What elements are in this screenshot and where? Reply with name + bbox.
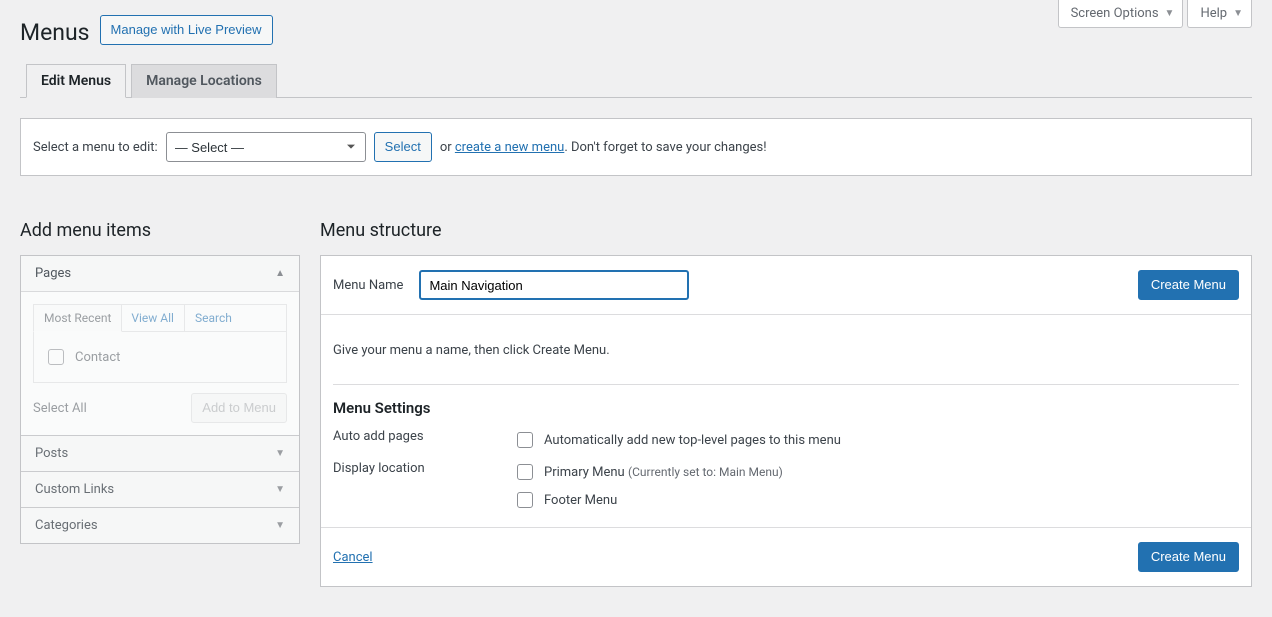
pages-inner-tabs: Most Recent View All Search [33,304,287,331]
chevron-down-icon: ▼ [275,520,285,531]
page-item-label: Contact [75,350,120,365]
chevron-down-icon: ▼ [275,484,285,495]
menu-select-label: Select a menu to edit: [33,140,158,155]
menu-settings-title: Menu Settings [333,399,1239,417]
menu-edit-panel: Menu Name Create Menu Give your menu a n… [320,255,1252,587]
page-item-checkbox[interactable] [48,349,64,365]
instruction-text: Give your menu a name, then click Create… [333,343,1239,358]
live-preview-button[interactable]: Manage with Live Preview [100,15,273,45]
add-items-accordion: Pages ▲ Most Recent View All Search Cont… [20,255,300,544]
auto-add-pages-checkbox[interactable] [517,432,533,448]
primary-menu-checkbox[interactable] [517,464,533,480]
menu-select-dropdown[interactable]: — Select — [166,132,366,162]
help-label: Help [1200,6,1227,21]
tab-edit-menus[interactable]: Edit Menus [26,64,126,98]
footer-menu-checkbox[interactable] [517,492,533,508]
add-to-menu-button: Add to Menu [191,393,287,423]
footer-menu-option[interactable]: Footer Menu [513,489,783,511]
inner-tab-search[interactable]: Search [185,305,242,331]
display-location-label: Display location [333,461,513,476]
cancel-link[interactable]: Cancel [333,550,373,565]
accordion-label-custom-links: Custom Links [35,482,114,497]
primary-menu-option[interactable]: Primary Menu (Currently set to: Main Men… [513,461,783,483]
inner-tab-view-all[interactable]: View All [121,305,185,331]
accordion-label-posts: Posts [35,446,68,461]
screen-options-button[interactable]: Screen Options ▼ [1058,0,1184,28]
select-all-link[interactable]: Select All [33,401,87,416]
page-title: Menus [20,10,90,50]
divider [333,384,1239,385]
menu-structure-heading: Menu structure [320,204,1252,241]
footer-menu-text: Footer Menu [544,493,617,508]
chevron-down-icon: ▼ [275,448,285,459]
menu-name-input[interactable] [419,270,689,300]
create-menu-button-top[interactable]: Create Menu [1138,270,1239,300]
menu-select-bar: Select a menu to edit: — Select — Select… [20,118,1252,176]
create-new-menu-link[interactable]: create a new menu [455,140,564,155]
auto-add-pages-label: Auto add pages [333,429,513,444]
chevron-down-icon: ▼ [1233,8,1243,19]
primary-menu-hint: (Currently set to: Main Menu) [628,465,783,479]
accordion-header-posts[interactable]: Posts ▼ [21,435,299,471]
accordion-label-pages: Pages [35,266,71,281]
inner-tab-most-recent[interactable]: Most Recent [33,304,122,332]
accordion-body-pages: Most Recent View All Search Contact Sele… [21,291,299,435]
menu-name-label: Menu Name [333,278,403,293]
chevron-up-icon: ▲ [275,268,285,279]
tab-manage-locations[interactable]: Manage Locations [131,64,277,98]
create-menu-button-bottom[interactable]: Create Menu [1138,542,1239,572]
suffix-text: . Don't forget to save your changes! [564,140,766,155]
accordion-header-pages[interactable]: Pages ▲ [21,256,299,291]
screen-options-label: Screen Options [1071,6,1159,21]
help-button[interactable]: Help ▼ [1187,0,1252,28]
select-button[interactable]: Select [374,132,432,162]
chevron-down-icon: ▼ [1165,8,1175,19]
accordion-label-categories: Categories [35,518,98,533]
primary-menu-text: Primary Menu [544,465,625,480]
or-text: or [440,140,452,155]
add-menu-items-heading: Add menu items [20,204,300,241]
auto-add-pages-option[interactable]: Automatically add new top-level pages to… [513,429,841,451]
accordion-header-categories[interactable]: Categories ▼ [21,507,299,543]
page-item-contact[interactable]: Contact [44,346,276,368]
nav-tabs: Edit Menus Manage Locations [20,64,1252,98]
accordion-header-custom-links[interactable]: Custom Links ▼ [21,471,299,507]
auto-add-pages-text: Automatically add new top-level pages to… [544,433,841,448]
